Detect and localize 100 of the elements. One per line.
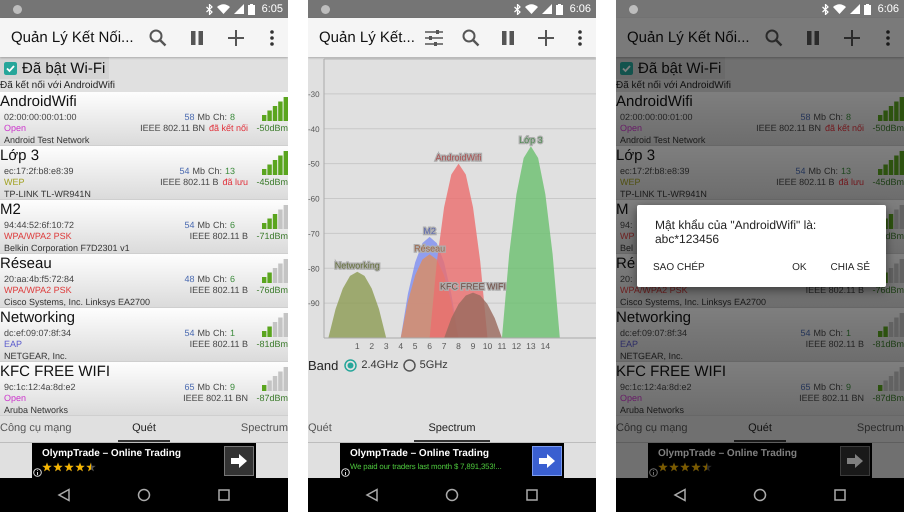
radio-label[interactable]: 2.4GHz [361, 359, 399, 371]
signal-strength: -71dBm [256, 231, 288, 242]
vendor-name: Android Test Network [619, 134, 706, 146]
signal-strength: -76dBm [872, 285, 904, 296]
ad-title: OlympTrade – Online Trading [42, 448, 182, 459]
rate-value: 65 [800, 381, 810, 393]
vendor-name: Cisco Systems, Inc. Linksys EA2700 [3, 296, 150, 308]
app-title: Quản Lý Kết Nối... [626, 29, 751, 46]
battery-icon [248, 4, 255, 14]
rate-unit: Mb [197, 327, 210, 339]
saved-status: đã lưu [222, 177, 248, 188]
wifi-standard: IEEE 802.11 BN [756, 123, 821, 134]
add-icon[interactable] [226, 28, 244, 46]
dialog-button[interactable]: SAO CHÉP [641, 252, 717, 283]
network-row[interactable]: KFC FREE WIFI 9c:1c:12:4a:8d:e2 65 Mb Ch: 9 Open IEEE 802.11 BN Aruba Networks -87dBm [0, 362, 288, 416]
rate-unit: Mb [197, 219, 210, 231]
network-row[interactable]: Networking dc:ef:09:07:8f:34 54 Mb Ch: 1 EAP IEEE 802.11 B NETGEAR, Inc. -81dBm [616, 308, 904, 362]
battery-icon [864, 4, 871, 14]
network-row[interactable]: Lớp 3 ec:17:2f:b8:e8:39 54 Mb Ch: 13 WEP IEEE 802.11 B đã lưu TP-LINK TL-WR941N -45dBm [616, 146, 904, 200]
vendor-name: Cisco Systems, Inc. Linksys EA2700 [619, 296, 766, 308]
checkbox[interactable] [620, 62, 633, 74]
more-options-icon[interactable] [270, 30, 274, 46]
channel-label: Ch: [212, 273, 227, 285]
network-name: KFC FREE WIFI [616, 362, 726, 381]
network-name: Networking [616, 308, 692, 327]
rate-unit: Mb [808, 165, 821, 177]
channel-value: 8 [230, 111, 235, 123]
sliders-icon[interactable] [424, 30, 443, 46]
mac-address: 20:aa:4b:f5:72:84 [3, 273, 74, 285]
checkbox[interactable] [4, 62, 17, 74]
wifi-icon [524, 4, 538, 14]
dialog-button[interactable]: CHIA SẺ [818, 252, 882, 283]
tab[interactable]: Công cụ mạng [0, 415, 86, 442]
more-options-icon[interactable] [578, 30, 582, 46]
info-icon[interactable] [341, 468, 350, 477]
star-icon [86, 462, 96, 472]
security-type: EAP [619, 339, 638, 350]
arrow-right-icon [230, 452, 248, 468]
back-icon[interactable] [365, 488, 379, 502]
add-icon[interactable] [536, 28, 555, 46]
security-type: WEP [3, 177, 25, 188]
network-row[interactable]: KFC FREE WIFI 9c:1c:12:4a:8d:e2 65 Mb Ch: 9 Open IEEE 802.11 BN Aruba Networks -87dBm [616, 362, 904, 416]
network-name: Lớp 3 [0, 146, 40, 165]
network-row[interactable]: Networking dc:ef:09:07:8f:34 54 Mb Ch: 1 EAP IEEE 802.11 B NETGEAR, Inc. -81dBm [0, 308, 288, 362]
ad-banner[interactable]: OlympTrade – Online Trading [32, 443, 256, 478]
network-row[interactable]: Réseau 20:aa:4b:f5:72:84 48 Mb Ch: 6 WPA/WPA2 PSK IEEE 802.11 B Cisco Systems, Inc. Linksys EA2700 -76dBm [0, 254, 288, 308]
radio-button[interactable] [402, 358, 416, 372]
add-icon[interactable] [842, 28, 860, 46]
network-row[interactable]: M2 94:44:52:6f:10:72 54 Mb Ch: 6 WPA/WPA2 PSK IEEE 802.11 B Belkin Corporation F7D2301 v1 -71dBm [0, 200, 288, 254]
search-icon[interactable] [764, 28, 784, 48]
tab[interactable]: Spectrum [226, 415, 288, 442]
recents-icon[interactable] [217, 488, 231, 502]
rate-value: 54 [179, 165, 190, 177]
signal-strength: dBm [885, 231, 904, 242]
radio-label[interactable]: 5GHz [420, 359, 448, 371]
channel-label: Ch: [212, 219, 227, 231]
pause-icon[interactable] [501, 30, 516, 46]
security-type: WPA/WPA2 PSK [3, 285, 72, 296]
back-icon[interactable] [673, 488, 687, 502]
network-row[interactable]: AndroidWifi 02:00:00:00:01:00 58 Mb Ch: 8 Open IEEE 802.11 BN đã kết nối Android Test Network -50dBm [0, 92, 288, 146]
mac-address: 02:00:00:00:01:00 [3, 111, 77, 123]
signal-strength: -50dBm [872, 123, 904, 134]
network-name: AndroidWifi [616, 92, 693, 111]
recents-icon[interactable] [833, 488, 847, 502]
rate-unit: Mb [813, 327, 826, 339]
vendor-name: NETGEAR, Inc. [619, 350, 684, 362]
signal-strength: -45dBm [256, 177, 288, 188]
axis-tick-label: -70 [308, 229, 320, 238]
network-label: Networking [334, 260, 380, 271]
rate-unit: Mb [813, 111, 826, 123]
back-icon[interactable] [57, 488, 71, 502]
ad-arrow-button[interactable] [532, 446, 562, 476]
wifi-standard: IEEE 802.11 B [160, 177, 218, 188]
axis-tick-label: 8 [456, 341, 461, 351]
wifi-toggle[interactable]: Đã bật Wi-Fi [0, 57, 110, 79]
radio-button[interactable] [344, 358, 358, 372]
pause-icon[interactable] [806, 30, 820, 46]
search-icon[interactable] [148, 28, 168, 48]
info-icon[interactable] [33, 468, 42, 477]
network-row[interactable]: AndroidWifi 02:00:00:00:01:00 58 Mb Ch: 8 Open IEEE 802.11 BN đã kết nối Android Test Network -50dBm [616, 92, 904, 146]
home-icon[interactable] [753, 488, 767, 502]
recents-icon[interactable] [525, 488, 539, 502]
tab[interactable]: Quét [308, 415, 346, 442]
arrow-right-icon [846, 452, 864, 468]
search-icon[interactable] [460, 28, 481, 48]
signal-strength: -81dBm [872, 339, 904, 350]
star-icon [64, 462, 74, 472]
network-row[interactable]: Lớp 3 ec:17:2f:b8:e8:39 54 Mb Ch: 13 WEP IEEE 802.11 B đã lưu TP-LINK TL-WR941N -45dBm [0, 146, 288, 200]
home-icon[interactable] [137, 488, 151, 502]
dialog-button[interactable]: OK [780, 252, 819, 283]
wifi-toggle[interactable]: Đã bật Wi-Fi [616, 57, 726, 79]
wifi-standard: IEEE 802.11 BN [799, 393, 864, 404]
rate-unit: Mb [192, 165, 205, 177]
cell-signal-icon [234, 4, 244, 14]
home-icon[interactable] [445, 488, 459, 502]
security-type: Open [3, 393, 26, 404]
ad-arrow-button[interactable] [224, 446, 254, 476]
network-label: M2 [423, 226, 436, 236]
security-type: WP [619, 231, 634, 242]
pause-icon[interactable] [190, 30, 204, 46]
